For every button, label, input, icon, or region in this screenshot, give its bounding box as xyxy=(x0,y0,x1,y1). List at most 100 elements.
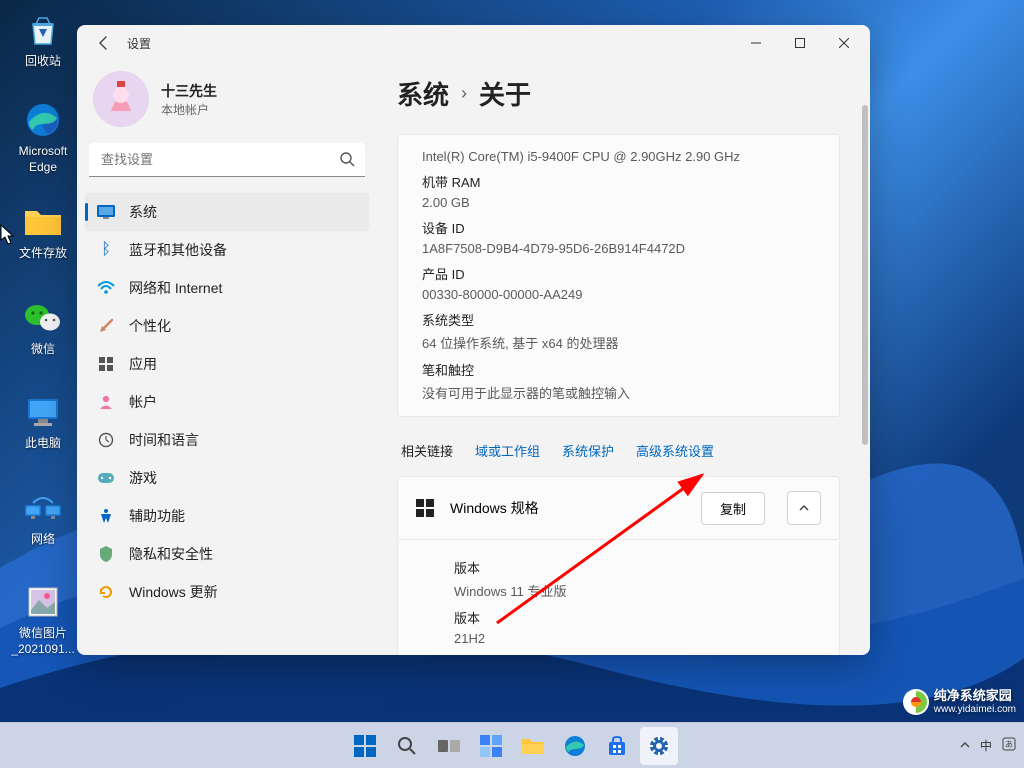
win-install-label: 安装日期 xyxy=(454,654,815,655)
settings-content: 系统 › 关于 Intel(R) Core(TM) i5-9400F CPU @… xyxy=(377,61,870,655)
close-icon xyxy=(839,38,849,48)
copy-button[interactable]: 复制 xyxy=(701,492,765,525)
windows-icon xyxy=(416,499,434,517)
link-domain-workgroup[interactable]: 域或工作组 xyxy=(475,441,540,460)
spec-product-id-value: 00330-80000-00000-AA249 xyxy=(422,287,815,302)
nav-item-privacy[interactable]: 隐私和安全性 xyxy=(85,535,369,573)
nav-label: 时间和语言 xyxy=(129,430,199,450)
nav-label: 应用 xyxy=(129,354,157,374)
taskbar-edge[interactable] xyxy=(556,727,594,765)
nav-label: 辅助功能 xyxy=(129,506,185,526)
watermark-logo-icon xyxy=(902,688,930,716)
ime-icon: あ xyxy=(1002,737,1016,751)
brush-icon xyxy=(97,317,115,335)
shield-icon xyxy=(97,545,115,563)
tray-ime[interactable]: 中 xyxy=(980,737,992,754)
folder-icon xyxy=(23,202,63,242)
taskbar-settings[interactable] xyxy=(640,727,678,765)
desktop-icon-label: 此电脑 xyxy=(8,436,78,452)
breadcrumb-root[interactable]: 系统 xyxy=(397,75,449,112)
watermark-url: www.yidaimei.com xyxy=(934,704,1016,715)
taskbar-widgets[interactable] xyxy=(472,727,510,765)
user-profile[interactable]: 十三先生 本地帐户 xyxy=(85,61,369,143)
spec-product-id-label: 产品 ID xyxy=(422,264,815,283)
start-button[interactable] xyxy=(346,727,384,765)
related-links: 相关链接 域或工作组 系统保护 高级系统设置 xyxy=(397,425,840,476)
desktop-icon-label: 网络 xyxy=(8,532,78,548)
nav-item-system[interactable]: 系统 xyxy=(85,193,369,231)
maximize-button[interactable] xyxy=(778,27,822,59)
window-title: 设置 xyxy=(127,35,151,52)
nav-label: 隐私和安全性 xyxy=(129,544,213,564)
breadcrumb-page: 关于 xyxy=(479,75,531,112)
desktop-icon-label: Microsoft Edge xyxy=(8,144,78,175)
nav-item-accessibility[interactable]: 辅助功能 xyxy=(85,497,369,535)
taskbar-store[interactable] xyxy=(598,727,636,765)
monitor-icon xyxy=(23,392,63,432)
windows-spec-card: 版本Windows 11 专业版 版本21H2 安装日期 xyxy=(397,540,840,655)
nav-list: 系统 ᛒ蓝牙和其他设备 网络和 Internet 个性化 应用 帐户 时间和语言… xyxy=(85,193,369,611)
link-system-protection[interactable]: 系统保护 xyxy=(562,441,614,460)
taskbar-taskview[interactable] xyxy=(430,727,468,765)
desktop-icon-label: 微信图片_2021091... xyxy=(8,626,78,657)
win-edition-value: Windows 11 专业版 xyxy=(454,581,815,600)
search-input[interactable] xyxy=(89,143,365,177)
network-icon xyxy=(23,488,63,528)
wechat-icon xyxy=(23,298,63,338)
folder-icon xyxy=(521,736,545,756)
update-icon xyxy=(97,583,115,601)
nav-item-gaming[interactable]: 游戏 xyxy=(85,459,369,497)
system-icon xyxy=(97,203,115,221)
nav-item-personalize[interactable]: 个性化 xyxy=(85,307,369,345)
tray-ime-mode[interactable]: あ xyxy=(1002,737,1016,754)
related-label: 相关链接 xyxy=(401,441,453,460)
nav-label: Windows 更新 xyxy=(129,582,218,602)
nav-item-accounts[interactable]: 帐户 xyxy=(85,383,369,421)
nav-item-bluetooth[interactable]: ᛒ蓝牙和其他设备 xyxy=(85,231,369,269)
nav-item-windows-update[interactable]: Windows 更新 xyxy=(85,573,369,611)
minimize-button[interactable] xyxy=(734,27,778,59)
windows-spec-header[interactable]: Windows 规格 复制 xyxy=(397,476,840,540)
desktop-icon-edge[interactable]: Microsoft Edge xyxy=(8,100,78,175)
taskbar-search[interactable] xyxy=(388,727,426,765)
maximize-icon xyxy=(795,38,805,48)
watermark-text: 纯净系统家园 xyxy=(934,689,1016,703)
desktop-icon-image-file[interactable]: 微信图片_2021091... xyxy=(8,582,78,657)
desktop-icon-folder[interactable]: 文件存放 xyxy=(8,202,78,262)
accessibility-icon xyxy=(97,507,115,525)
desktop-wallpaper: 回收站 Microsoft Edge 文件存放 微信 此电脑 网络 微信图片_2… xyxy=(0,0,1024,768)
nav-item-time-language[interactable]: 时间和语言 xyxy=(85,421,369,459)
taskbar-explorer[interactable] xyxy=(514,727,552,765)
spec-pen-label: 笔和触控 xyxy=(422,360,815,379)
nav-item-network[interactable]: 网络和 Internet xyxy=(85,269,369,307)
clock-icon xyxy=(97,431,115,449)
edge-icon xyxy=(23,100,63,140)
search-icon xyxy=(397,736,417,756)
link-advanced-system-settings[interactable]: 高级系统设置 xyxy=(636,441,714,460)
close-button[interactable] xyxy=(822,27,866,59)
desktop-icon-this-pc[interactable]: 此电脑 xyxy=(8,392,78,452)
minimize-icon xyxy=(751,38,761,48)
windows-spec-title: Windows 规格 xyxy=(450,498,685,518)
watermark: 纯净系统家园 www.yidaimei.com xyxy=(894,684,1024,720)
wifi-icon xyxy=(97,279,115,297)
settings-window: 设置 十三先生 本地帐户 xyxy=(77,25,870,655)
nav-item-apps[interactable]: 应用 xyxy=(85,345,369,383)
chevron-right-icon: › xyxy=(461,83,467,104)
window-titlebar[interactable]: 设置 xyxy=(77,25,870,61)
desktop-icon-label: 回收站 xyxy=(8,54,78,70)
scrollbar-thumb[interactable] xyxy=(862,105,868,445)
back-button[interactable] xyxy=(89,28,119,58)
tray-chevron[interactable] xyxy=(960,739,970,753)
nav-label: 个性化 xyxy=(129,316,171,336)
desktop-icon-recycle-bin[interactable]: 回收站 xyxy=(8,10,78,70)
desktop-icon-network[interactable]: 网络 xyxy=(8,488,78,548)
avatar xyxy=(93,71,149,127)
search-icon xyxy=(339,151,355,172)
nav-label: 游戏 xyxy=(129,468,157,488)
recycle-bin-icon xyxy=(23,10,63,50)
collapse-button[interactable] xyxy=(787,491,821,525)
desktop-icon-label: 文件存放 xyxy=(8,246,78,262)
nav-label: 系统 xyxy=(129,202,157,222)
desktop-icon-wechat[interactable]: 微信 xyxy=(8,298,78,358)
